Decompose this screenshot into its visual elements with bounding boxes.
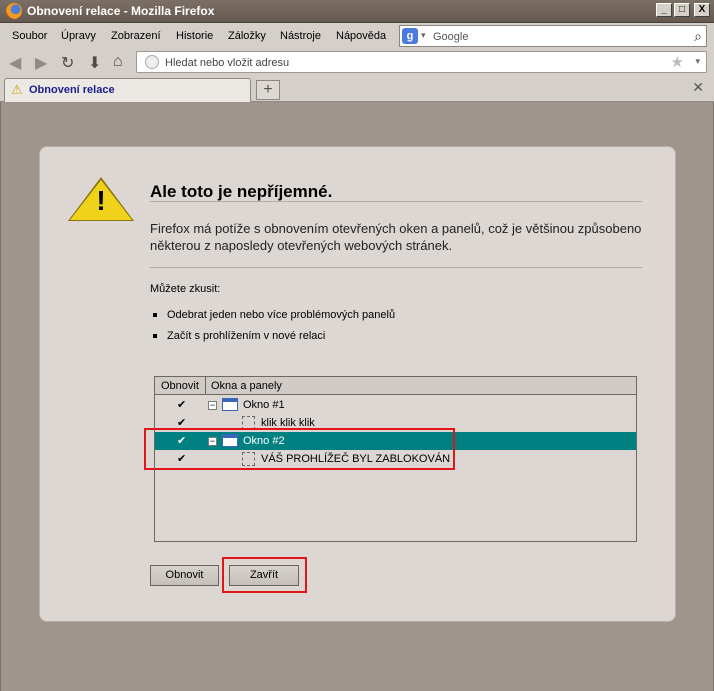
search-engine-dropdown-icon[interactable]: ▾ <box>421 30 426 41</box>
close-tab-icon[interactable]: ✕ <box>692 79 704 96</box>
window-icon <box>222 398 238 411</box>
window-controls: _ □ X <box>656 3 710 17</box>
window-title: Obnovení relace - Mozilla Firefox <box>27 4 215 18</box>
column-windows-tabs[interactable]: Okna a panely <box>207 377 282 392</box>
menu-upravy[interactable]: Úpravy <box>61 30 96 42</box>
maximize-button[interactable]: □ <box>674 3 690 17</box>
error-description: Firefox má potíže s obnovením otevřených… <box>150 221 642 253</box>
warning-icon: ⚠ <box>11 82 23 97</box>
close-window-button[interactable]: X <box>694 3 710 17</box>
reload-icon[interactable]: ↻ <box>61 53 74 73</box>
url-placeholder: Hledat nebo vložit adresu <box>165 57 290 69</box>
suggestion-item: Začít s prohlížením v nové relaci <box>152 330 326 342</box>
url-history-dropdown-icon[interactable]: ▾ <box>695 56 700 67</box>
window-titlebar: Obnovení relace - Mozilla Firefox _ □ X <box>0 0 714 23</box>
column-restore[interactable]: Obnovit <box>155 377 206 395</box>
page-title: Ale toto je nepříjemné. <box>150 182 333 201</box>
close-button[interactable]: Zavřít <box>229 565 299 586</box>
download-icon[interactable]: ⬇ <box>88 53 101 73</box>
globe-icon <box>145 55 159 69</box>
tab-strip: ⚠ Obnovení relace <box>0 76 714 102</box>
bookmark-star-icon[interactable]: ★ <box>671 53 684 71</box>
menu-historie[interactable]: Historie <box>176 30 213 42</box>
divider <box>150 201 642 202</box>
new-tab-button[interactable]: + <box>256 80 280 100</box>
search-placeholder: Google <box>433 31 469 43</box>
restore-button[interactable]: Obnovit <box>150 565 219 586</box>
menu-zobrazeni[interactable]: Zobrazení <box>111 30 161 42</box>
suggestion-text: Začít s prohlížením v nové relaci <box>167 330 326 342</box>
menu-nastroje[interactable]: Nástroje <box>280 30 321 42</box>
divider <box>150 267 642 268</box>
forward-icon[interactable]: ▶ <box>35 53 47 73</box>
url-bar[interactable]: Hledat nebo vložit adresu ★ ▾ <box>136 51 707 73</box>
back-icon[interactable]: ◀ <box>9 53 21 73</box>
window-label: Okno #1 <box>243 399 285 411</box>
suggestions-title: Můžete zkusit: <box>150 283 221 295</box>
menu-soubor[interactable]: Soubor <box>12 30 47 42</box>
suggestion-item: Odebrat jeden nebo více problémových pan… <box>152 309 396 321</box>
g-icon[interactable]: g <box>402 28 418 44</box>
exclamation-mark: ! <box>96 185 106 216</box>
restore-checkbox[interactable]: ✔ <box>177 398 186 411</box>
search-icon[interactable]: ⌕ <box>694 28 702 45</box>
suggestion-text: Odebrat jeden nebo více problémových pan… <box>167 309 396 321</box>
firefox-logo-icon <box>6 3 22 19</box>
tree-header: Obnovit Okna a panely <box>155 377 636 395</box>
tab-label: Obnovení relace <box>29 84 115 96</box>
tab-obnoveni-relace[interactable]: ⚠ Obnovení relace <box>4 78 251 102</box>
tree-row-window-1[interactable]: ✔ − Okno #1 <box>155 396 636 414</box>
home-icon[interactable]: ⌂ <box>113 53 123 71</box>
minimize-button[interactable]: _ <box>656 3 672 17</box>
search-bar[interactable]: g ▾ Google ⌕ <box>399 25 707 47</box>
menu-napoveda[interactable]: Nápověda <box>336 30 386 42</box>
collapse-icon[interactable]: − <box>208 401 217 410</box>
annotation-highlight-rows <box>144 428 455 470</box>
menu-zalozky[interactable]: Záložky <box>228 30 266 42</box>
